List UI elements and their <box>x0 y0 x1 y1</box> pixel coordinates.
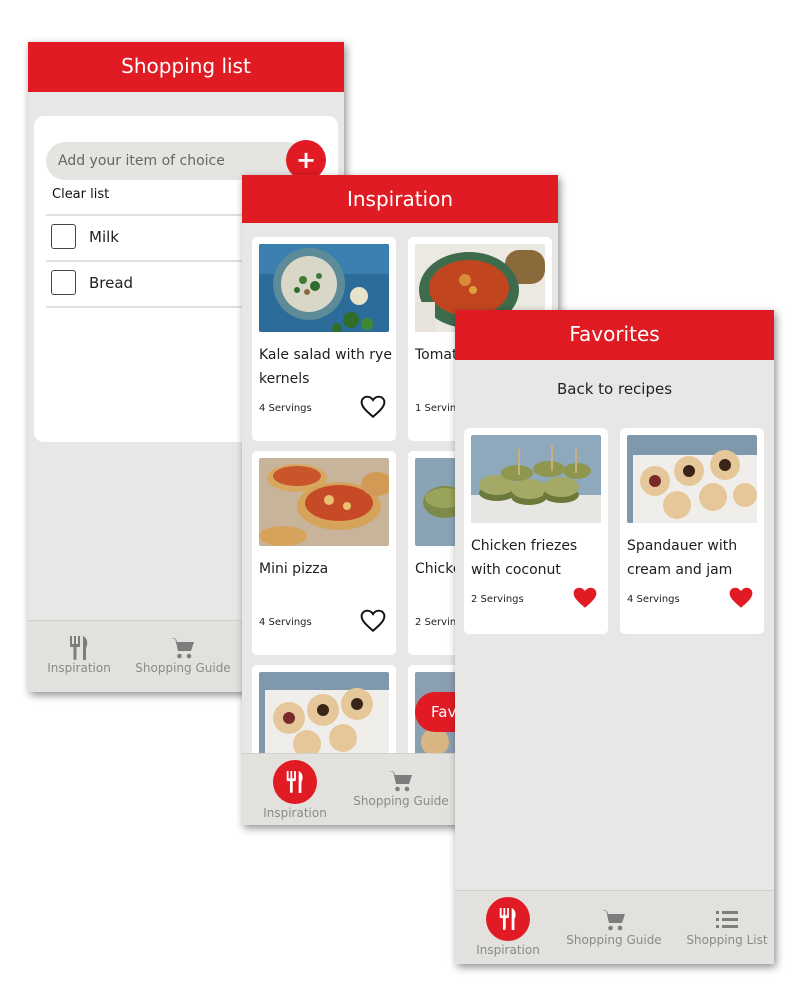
fork-knife-icon <box>499 908 516 930</box>
tab-label: Shopping Guide <box>353 794 449 808</box>
tab-shopping-list[interactable]: Shopping List <box>672 907 774 947</box>
recipe-card[interactable]: Kale salad with rye kernels 4 Servings <box>252 237 396 441</box>
recipe-title: Chicken friezes with coconut <box>471 538 578 578</box>
favorite-recipe-card[interactable]: Chicken friezes with coconut 2 Servings <box>464 428 608 634</box>
recipe-title: Mini pizza <box>259 561 329 577</box>
tab-label: Inspiration <box>476 943 540 957</box>
tab-inspiration[interactable]: Inspiration <box>28 635 134 675</box>
recipe-servings: 4 Servings <box>627 594 680 605</box>
list-icon <box>716 911 738 928</box>
favorites-screen: Favorites Back to recipes Chicken frieze… <box>455 310 774 964</box>
recipe-servings: 4 Servings <box>259 403 312 414</box>
item-checkbox[interactable] <box>51 270 76 295</box>
tab-shopping-guide[interactable]: Shopping Guide <box>559 907 669 947</box>
tab-inspiration[interactable]: Inspiration <box>455 891 563 957</box>
item-checkbox[interactable] <box>51 224 76 249</box>
recipe-image-spandauer <box>627 435 757 523</box>
page-title: Shopping list <box>28 42 344 92</box>
tab-label: Inspiration <box>47 661 111 675</box>
recipe-title: Kale salad with rye kernels <box>259 347 392 387</box>
heart-icon[interactable] <box>360 395 386 419</box>
tab-label: Shopping Guide <box>566 933 662 947</box>
plus-icon: + <box>295 146 317 174</box>
recipe-servings: 4 Servings <box>259 617 312 628</box>
tab-label: Shopping Guide <box>135 661 231 675</box>
tab-label: Shopping List <box>686 933 768 947</box>
heart-icon[interactable] <box>360 609 386 633</box>
heart-icon[interactable] <box>728 586 754 610</box>
item-label: Milk <box>89 228 119 246</box>
tab-label: Inspiration <box>263 806 327 820</box>
recipe-image-chicken-friezes <box>471 435 601 523</box>
back-to-recipes-link[interactable]: Back to recipes <box>455 380 774 398</box>
fork-knife-icon <box>70 636 88 660</box>
recipe-image-spandauer <box>259 672 389 760</box>
page-title: Inspiration <box>242 175 558 223</box>
tab-shopping-guide[interactable]: Shopping Guide <box>346 768 456 808</box>
recipe-card[interactable]: Mini pizza 4 Servings <box>252 451 396 655</box>
recipe-servings: 2 Servings <box>471 594 524 605</box>
fork-knife-icon <box>286 771 303 793</box>
recipe-title: Spandauer with cream and jam <box>627 538 738 578</box>
page-title: Favorites <box>455 310 774 360</box>
bottom-tab-bar: Inspiration Shopping Guide Shopping List <box>455 890 774 964</box>
favorite-recipe-card[interactable]: Spandauer with cream and jam 4 Servings <box>620 428 764 634</box>
active-tab-indicator <box>273 760 317 804</box>
item-label: Bread <box>89 274 134 292</box>
tab-inspiration[interactable]: Inspiration <box>242 754 350 820</box>
cart-icon <box>389 771 412 792</box>
heart-icon[interactable] <box>572 586 598 610</box>
add-item-button[interactable]: + <box>286 140 326 180</box>
tab-shopping-guide[interactable]: Shopping Guide <box>128 635 238 675</box>
recipe-image-mini-pizza <box>259 458 389 546</box>
active-tab-indicator <box>486 897 530 941</box>
cart-icon <box>171 638 194 659</box>
clear-list-link[interactable]: Clear list <box>52 187 109 202</box>
recipe-image-kale-salad <box>259 244 389 332</box>
cart-icon <box>602 910 625 931</box>
